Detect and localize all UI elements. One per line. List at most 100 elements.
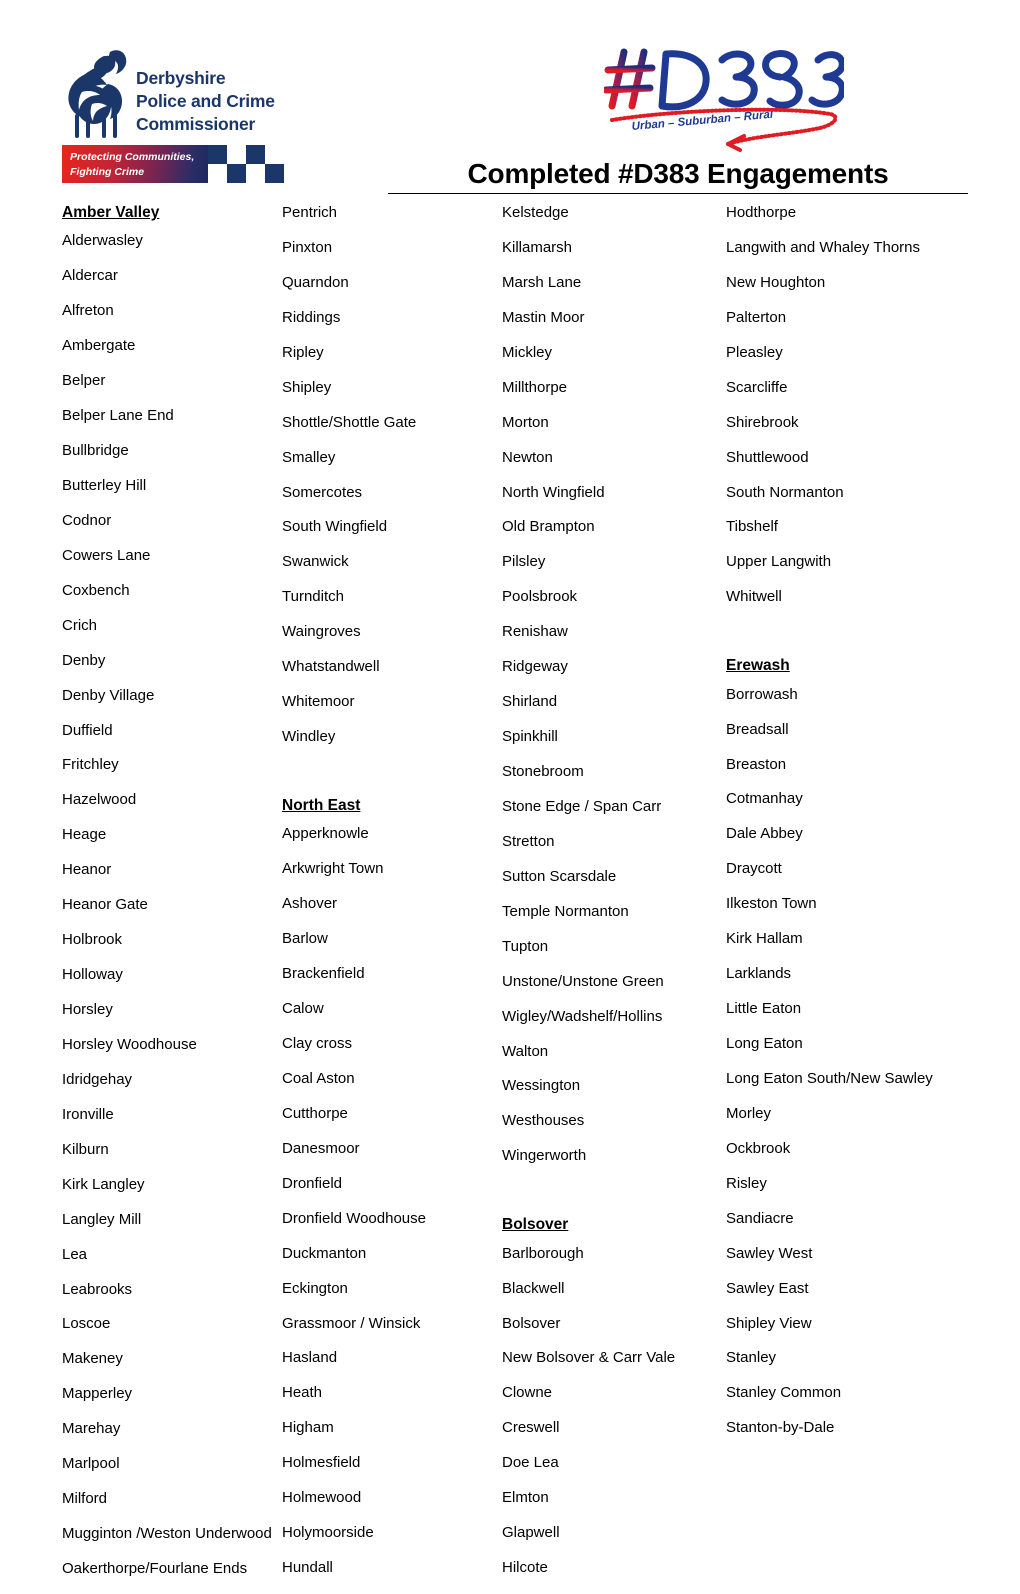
engagement-location: Turnditch [282,588,344,606]
engagement-location: South Wingfield [282,518,388,536]
engagement-location: Whatstandwell [282,658,380,676]
engagement-location: Upper Langwith [726,553,832,571]
engagement-location: Old Brampton [502,518,595,536]
pcc-wordmark-line3: Commissioner [136,113,256,134]
strapline-line1: Protecting Communities, [70,151,195,163]
engagement-location: New Houghton [726,273,826,291]
engagement-location: Apperknowle [282,825,369,843]
engagement-location: Marlpool [62,1455,120,1473]
engagement-location: Somercotes [282,483,363,501]
engagement-location: Horsley Woodhouse [62,1035,197,1053]
engagement-location: Denby [62,651,106,669]
engagement-location: Arkwright Town [282,860,384,878]
engagement-location: Sandiacre [726,1209,794,1227]
pcc-wordmark-line1: Derbyshire [136,68,226,88]
engagement-location: Bolsover [502,1314,561,1332]
engagement-location: Risley [726,1174,767,1192]
section-heading: North East [282,797,361,814]
document-page: Derbyshire Police and Crime Commissioner… [0,0,1020,1577]
engagement-location: Palterton [726,308,787,326]
engagement-location: Higham [282,1419,334,1437]
engagement-location: Elmton [502,1489,549,1507]
engagement-location: Blackwell [502,1279,565,1297]
engagement-location: Kirk Langley [62,1175,145,1193]
engagement-location: Ambergate [62,337,136,355]
engagement-location: Morton [502,413,549,431]
engagement-location: Poolsbrook [502,588,578,606]
engagement-location: Denby Village [62,686,155,704]
engagement-location: Heanor Gate [62,896,148,914]
engagement-location: Ockbrook [726,1139,791,1157]
column-4: Hodthorpe Langwith and Whaley Thorns New H… [726,203,986,1453]
engagement-location: Duffield [62,721,113,739]
engagement-location: Tibshelf [726,518,778,536]
engagement-location: Killamarsh [502,238,573,256]
engagement-location: Holloway [62,966,123,984]
engagement-location: Heage [62,826,107,844]
engagement-location: Mickley [502,343,553,361]
engagement-location: Hundall [282,1559,333,1577]
engagement-location: Borrowash [726,685,798,703]
column-3: Kelstedge Killamarsh Marsh Lane Mastin Moor… [502,203,718,1593]
engagement-location: Grassmoor / Winsick [282,1314,421,1332]
engagement-location: Shuttlewood [726,448,809,466]
engagement-location: Temple Normanton [502,902,629,920]
engagement-location: Pleasley [726,343,783,361]
engagement-location: Pilsley [502,553,546,571]
engagement-location: Shottle/Shottle Gate [282,413,417,431]
engagement-location: Stanton-by-Dale [726,1419,835,1437]
engagement-location: Eckington [282,1279,348,1297]
engagement-location: Waingroves [282,623,361,641]
engagement-location: Long Eaton [726,1035,803,1052]
engagement-location: South Normanton [726,483,844,501]
engagement-location: Holmewood [282,1489,362,1507]
engagement-location: Ironville [62,1105,114,1123]
engagement-location: Cowers Lane [62,546,151,564]
engagement-location: Oakerthorpe/Fourlane Ends [62,1560,248,1577]
engagement-location: Windley [282,728,336,746]
engagement-location: Makeney [62,1350,123,1368]
engagement-location: Renishaw [502,623,568,641]
column-2: Pentrich Pinxton Quarndon Riddings Ripley Shi… [282,203,494,1593]
engagement-location: Aldercar [62,267,118,285]
engagement-location: Stanley Common [726,1384,842,1402]
engagement-location: Shipley View [726,1314,812,1332]
engagement-location: Barlborough [502,1244,584,1262]
engagement-location: Smalley [282,448,336,466]
engagement-location: Swanwick [282,553,349,571]
strapline-text: Protecting Communities, Fighting Crime [70,150,205,180]
engagement-location: Wigley/Wadshelf/Hollins [502,1007,663,1025]
engagement-location: Lea [62,1245,88,1263]
engagement-location: Wessington [502,1077,581,1095]
engagement-location: Belper [62,372,106,390]
engagement-location: Dale Abbey [726,825,803,843]
engagement-location: Whitwell [726,588,782,606]
engagement-location: Duckmanton [282,1244,367,1262]
engagement-location: Butterley Hill [62,476,147,494]
section-heading: Bolsover [502,1216,569,1234]
engagement-location: New Bolsover & Carr Vale [502,1349,676,1367]
engagement-location: Hazelwood [62,791,137,809]
engagement-location: Heath [282,1384,323,1402]
engagement-location: Alderwasley [62,232,143,250]
pcc-strapline-bar: Protecting Communities, Fighting Crime [62,145,284,183]
engagement-location: Wingerworth [502,1147,587,1165]
engagement-location: Riddings [282,308,341,326]
engagement-location: Sawley West [726,1244,813,1262]
engagement-location: Spinkhill [502,728,558,746]
engagement-location: Belper Lane End [62,407,174,425]
engagement-location: Morley [726,1104,772,1122]
engagement-location: Clowne [502,1384,553,1402]
engagement-location: Mapperley [62,1385,133,1403]
engagement-location: Kirk Hallam [726,930,803,948]
engagement-location: Pinxton [282,238,333,256]
engagement-location: Holmesfield [282,1454,361,1472]
engagement-location: Bullbridge [62,442,129,459]
engagement-location: Coal Aston [282,1069,355,1087]
engagement-location: Idridgehay [62,1070,133,1088]
engagement-location: Dronfield Woodhouse [282,1209,426,1227]
ram-icon [62,46,130,138]
engagement-location: Leabrooks [62,1280,133,1298]
engagement-location: Heanor [62,861,112,879]
engagement-location: Newton [502,448,553,466]
